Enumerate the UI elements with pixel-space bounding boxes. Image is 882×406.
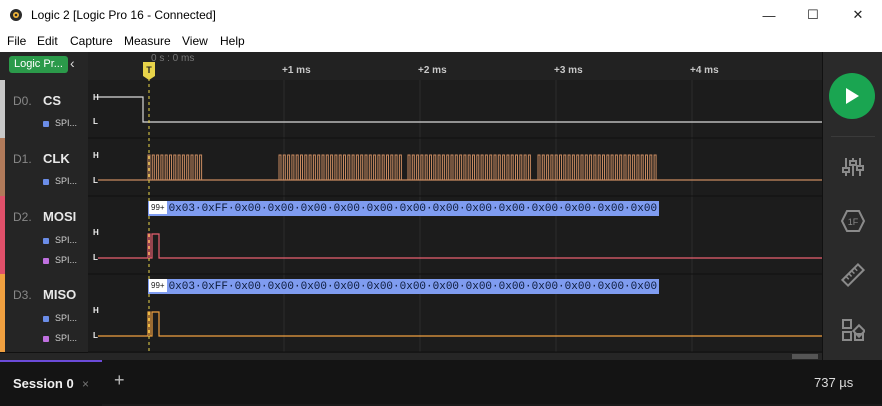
mosi-signal-trace [98, 233, 822, 259]
decoded-bytes: 0x03·0xFF·0x00·0x00·0x00·0x00·0x00·0x00·… [168, 281, 659, 293]
level-high-label: H [93, 93, 99, 102]
analyzer-tag[interactable]: SPI... [43, 235, 77, 245]
session-tab[interactable]: Session 0 × [0, 360, 102, 406]
analyzer-tag[interactable]: SPI... [43, 333, 77, 343]
level-low-label: L [93, 253, 98, 262]
level-high-label: H [93, 306, 99, 315]
maximize-button[interactable]: ☐ [790, 0, 836, 30]
window-title: Logic 2 [Logic Pro 16 - Connected] [31, 8, 216, 22]
scrollbar-thumb[interactable] [792, 354, 818, 359]
minimize-icon: — [762, 7, 776, 23]
minimize-button[interactable]: — [746, 0, 792, 30]
channel-row-mosi[interactable]: D2. MOSI SPI... SPI... [0, 196, 88, 275]
analyzer-label: SPI... [55, 176, 78, 186]
play-icon [846, 88, 859, 104]
cs-signal-trace [98, 96, 822, 123]
channel-row-clk[interactable]: D1. CLK SPI... [0, 138, 88, 197]
analyzer-color-dot [43, 257, 49, 264]
channel-name[interactable]: CS [43, 93, 61, 108]
channel-color-strip [0, 80, 5, 138]
sidebar-divider [831, 136, 875, 137]
extensions-icon [842, 319, 865, 341]
level-low-label: L [93, 331, 98, 340]
channel-name[interactable]: MOSI [43, 209, 76, 224]
menu-edit[interactable]: Edit [37, 34, 58, 48]
analyzer-label: SPI... [55, 255, 78, 265]
analyzer-tag[interactable]: SPI... [43, 176, 77, 186]
analyzer-color-dot [43, 315, 49, 322]
menu-file[interactable]: File [7, 34, 26, 48]
channel-panel: Logic Pr... ‹ D0. CS SPI... D1. CLK SPI.… [0, 52, 88, 360]
clk-signal-trace [98, 154, 822, 181]
miso-decoded-frames[interactable]: 99+ 0x03·0xFF·0x00·0x00·0x00·0x00·0x00·0x… [148, 279, 659, 294]
maximize-icon: ☐ [807, 7, 819, 22]
measurements-button[interactable] [840, 262, 866, 288]
timing-markers-button[interactable]: 1F [840, 208, 866, 234]
ruler-icon [841, 263, 865, 287]
close-button[interactable]: ✕ [835, 0, 881, 30]
analyzer-tag[interactable]: SPI... [43, 255, 77, 265]
extensions-button[interactable] [840, 317, 866, 343]
svg-text:1F: 1F [848, 217, 859, 227]
session-tab-label: Session 0 [13, 376, 74, 391]
mosi-decoded-frames[interactable]: 99+ 0x03·0xFF·0x00·0x00·0x00·0x00·0x00·0x… [148, 201, 659, 216]
frame-count-badge: 99+ [149, 201, 167, 214]
level-high-label: H [93, 151, 99, 160]
trigger-marker-label: T [146, 65, 152, 75]
frame-count-badge: 99+ [149, 279, 167, 292]
app-area: Logic Pr... ‹ D0. CS SPI... D1. CLK SPI.… [0, 52, 882, 360]
channel-id: D2. [13, 210, 32, 224]
level-high-label: H [93, 228, 99, 237]
analyzer-label: SPI... [55, 235, 78, 245]
menu-bar: File Edit Capture Measure View Help [0, 30, 882, 52]
analyzer-color-dot [43, 237, 49, 244]
start-capture-button[interactable] [829, 73, 875, 119]
close-icon: ✕ [852, 7, 864, 22]
analyzer-tag[interactable]: SPI... [43, 118, 77, 128]
channel-row-miso[interactable]: D3. MISO SPI... SPI... [0, 274, 88, 353]
channel-color-strip [0, 196, 5, 274]
analyzers-button[interactable] [840, 154, 866, 180]
channel-id: D1. [13, 152, 32, 166]
level-low-label: L [93, 176, 98, 185]
menu-view[interactable]: View [182, 34, 208, 48]
session-bar: Session 0 × + 737 µs [0, 360, 882, 406]
analyzer-label: SPI... [55, 313, 78, 323]
decoded-bytes: 0x03·0xFF·0x00·0x00·0x00·0x00·0x00·0x00·… [168, 203, 659, 215]
timing-marker-icon: 1F [840, 210, 866, 232]
capture-duration: 737 µs [814, 375, 854, 390]
channel-id: D0. [13, 94, 32, 108]
channel-name[interactable]: CLK [43, 151, 70, 166]
waveform-view[interactable]: 0 s : 0 ms +1 ms +2 ms +3 ms +4 ms T H L… [88, 52, 822, 360]
horizontal-scrollbar[interactable] [88, 353, 822, 360]
right-sidebar: 1F [822, 52, 882, 360]
analyzer-color-dot [43, 120, 49, 127]
title-bar: Logic 2 [Logic Pro 16 - Connected] — ☐ ✕ [0, 0, 882, 30]
analyzer-label: SPI... [55, 333, 78, 343]
analyzer-label: SPI... [55, 118, 78, 128]
channel-id: D3. [13, 288, 32, 302]
analyzer-color-dot [43, 335, 49, 342]
menu-capture[interactable]: Capture [70, 34, 113, 48]
channel-color-strip [0, 138, 5, 196]
add-session-icon[interactable]: + [114, 370, 125, 391]
channel-row-cs[interactable]: D0. CS SPI... [0, 80, 88, 139]
analyzer-color-dot [43, 178, 49, 185]
menu-help[interactable]: Help [220, 34, 245, 48]
menu-measure[interactable]: Measure [124, 34, 171, 48]
device-badge[interactable]: Logic Pr... [9, 56, 68, 73]
miso-signal-trace [98, 311, 822, 337]
channel-name[interactable]: MISO [43, 287, 76, 302]
grid-lines [283, 80, 693, 352]
level-low-label: L [93, 117, 98, 126]
collapse-panel-icon[interactable]: ‹ [70, 55, 75, 71]
sliders-icon [842, 158, 864, 176]
channel-color-strip [0, 274, 5, 352]
analyzer-tag[interactable]: SPI... [43, 313, 77, 323]
app-logo-icon [10, 9, 22, 21]
close-session-icon[interactable]: × [82, 377, 89, 391]
